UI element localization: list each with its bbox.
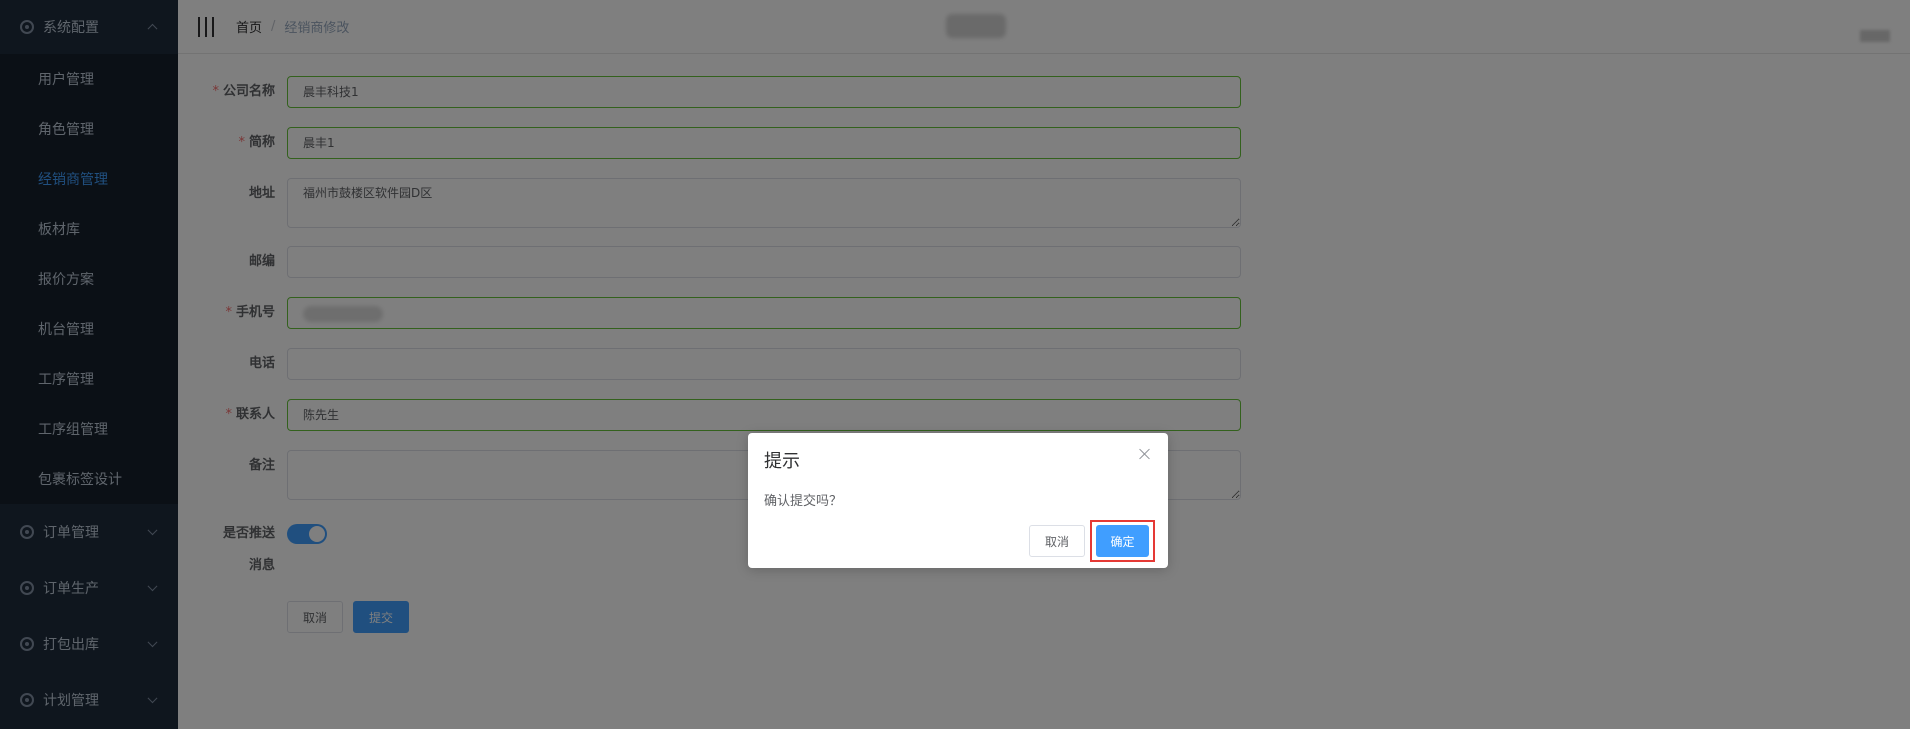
close-icon[interactable]	[1138, 447, 1152, 461]
dialog-message: 确认提交吗？	[764, 494, 843, 509]
modal-overlay[interactable]	[0, 0, 1910, 729]
dialog-title: 提示	[764, 451, 800, 472]
dialog-confirm-button[interactable]: 确定	[1096, 525, 1149, 557]
dialog-cancel-button[interactable]: 取消	[1029, 525, 1086, 557]
confirm-dialog: 提示 确认提交吗？ 取消 确定	[748, 433, 1168, 568]
highlight-box: 确定	[1090, 520, 1155, 562]
